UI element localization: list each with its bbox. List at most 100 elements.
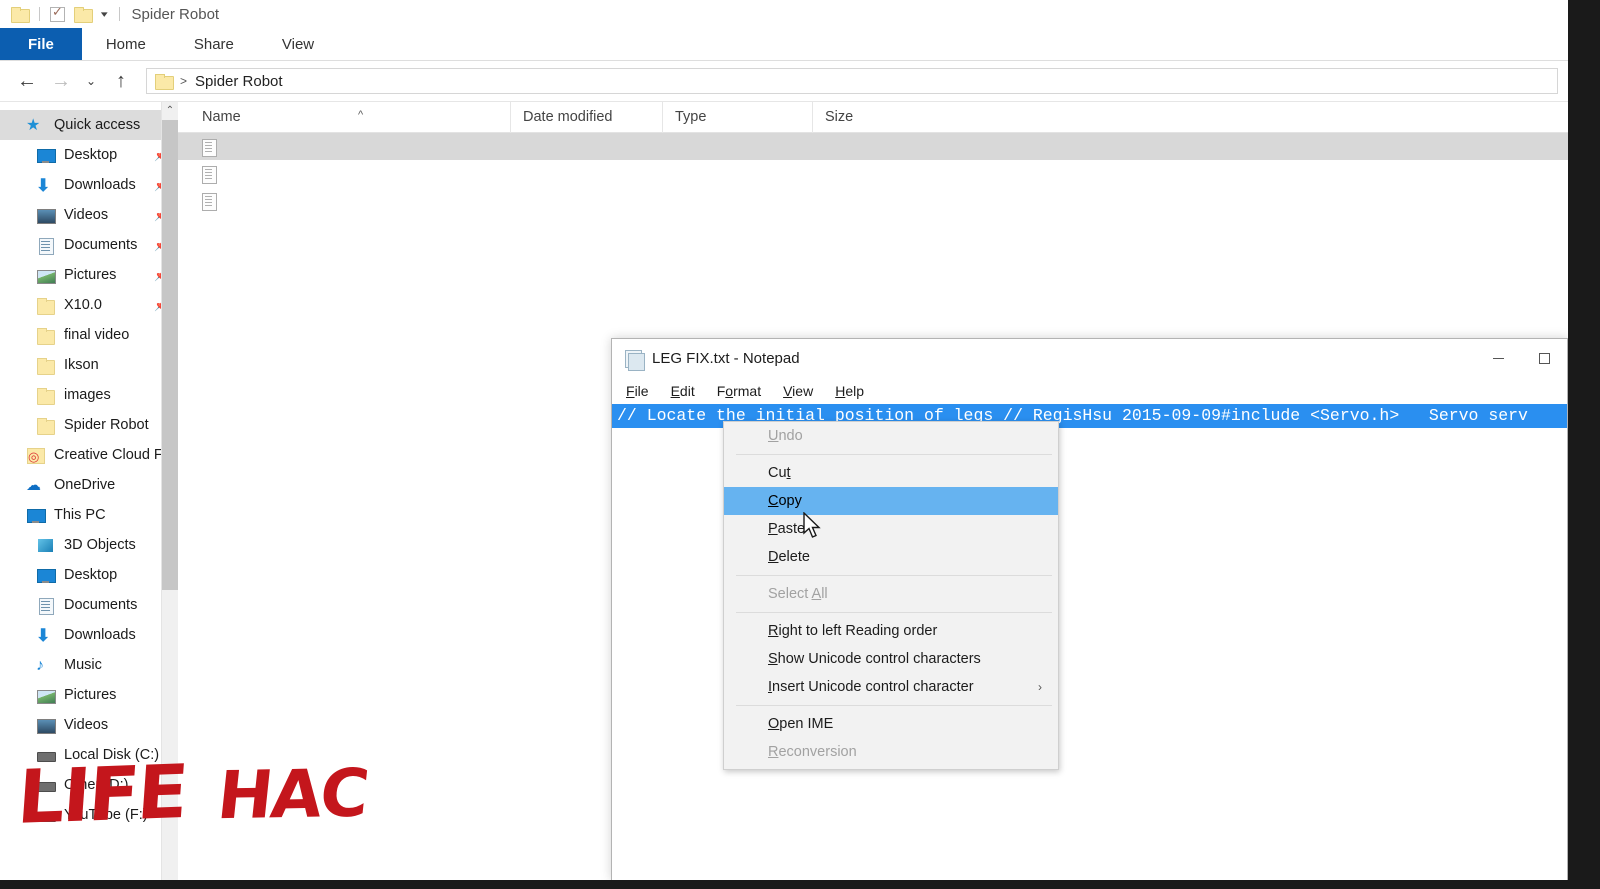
screen: ▾ Spider Robot File Home Share View ← → … bbox=[0, 0, 1600, 889]
sidebar-item-this-pc[interactable]: This PC bbox=[0, 500, 178, 530]
folder-icon bbox=[36, 387, 55, 405]
creative-cloud-icon bbox=[26, 447, 45, 465]
sidebar-item-label: Documents bbox=[64, 237, 138, 253]
text-document-icon bbox=[202, 192, 217, 211]
text-document-icon bbox=[202, 138, 217, 157]
file-name-cell[interactable] bbox=[178, 138, 510, 157]
sidebar-item-final-video[interactable]: final video bbox=[0, 320, 178, 350]
sidebar-item-label: final video bbox=[64, 327, 130, 343]
menu-file[interactable]: File bbox=[626, 383, 649, 399]
sidebar-item-spider-robot[interactable]: Spider Robot bbox=[0, 410, 178, 440]
sidebar-item-label: Ikson bbox=[64, 357, 99, 373]
sidebar-item-label: Documents bbox=[64, 597, 138, 613]
notepad-menubar: File Edit Format View Help bbox=[612, 378, 1567, 404]
menu-separator bbox=[736, 454, 1052, 455]
sidebar-item-label: X10.0 bbox=[64, 297, 102, 313]
nav-list: ★Quick accessDesktop📌⬇Downloads📌Videos📌D… bbox=[0, 110, 178, 830]
menu-item-label: Delete bbox=[768, 549, 810, 565]
sidebar-item-label: Music bbox=[64, 657, 102, 673]
scroll-up-icon[interactable]: ⌃ bbox=[162, 102, 178, 120]
column-header-name[interactable]: Name ^ bbox=[178, 102, 510, 133]
menu-item-label: Copy bbox=[768, 493, 802, 509]
menu-item-label: Right to left Reading order bbox=[768, 623, 938, 639]
menu-help[interactable]: Help bbox=[835, 383, 864, 399]
cube-icon bbox=[36, 537, 55, 554]
sidebar-item-videos[interactable]: Videos bbox=[0, 710, 178, 740]
sidebar-item-downloads[interactable]: ⬇ Downloads bbox=[0, 620, 178, 650]
minimize-icon[interactable] bbox=[1475, 339, 1521, 378]
menu-item-delete[interactable]: Delete bbox=[724, 543, 1058, 571]
sidebar-item-x10-0[interactable]: X10.0📌 bbox=[0, 290, 178, 320]
notepad-titlebar: LEG FIX.txt - Notepad bbox=[612, 339, 1567, 378]
menu-item-undo: Undo bbox=[724, 422, 1058, 450]
sidebar-item-downloads[interactable]: ⬇Downloads📌 bbox=[0, 170, 178, 200]
sidebar-item-3d-objects[interactable]: 3D Objects bbox=[0, 530, 178, 560]
address-input[interactable]: > Spider Robot bbox=[146, 68, 1558, 94]
menu-item-open-ime[interactable]: Open IME bbox=[724, 710, 1058, 738]
up-arrow-icon[interactable]: ↑ bbox=[104, 70, 138, 93]
menu-item-right-to-left-reading-order[interactable]: Right to left Reading order bbox=[724, 617, 1058, 645]
explorer-titlebar: ▾ Spider Robot bbox=[0, 0, 1568, 28]
tab-view[interactable]: View bbox=[258, 28, 338, 60]
menu-format[interactable]: Format bbox=[717, 383, 761, 399]
column-headers: Name ^ Date modified Type Size bbox=[178, 101, 1568, 133]
folder-icon bbox=[36, 357, 55, 375]
menu-item-insert-unicode-control-character[interactable]: Insert Unicode control character › bbox=[724, 673, 1058, 701]
table-row[interactable] bbox=[178, 187, 1568, 214]
sidebar-item-creative-cloud-fil[interactable]: Creative Cloud Fil bbox=[0, 440, 178, 470]
scrollbar-thumb[interactable] bbox=[162, 120, 178, 590]
sidebar-item-documents[interactable]: Documents bbox=[0, 590, 178, 620]
menu-item-copy[interactable]: Copy bbox=[724, 487, 1058, 515]
menu-item-paste[interactable]: Paste bbox=[724, 515, 1058, 543]
sidebar-item-pictures[interactable]: Pictures bbox=[0, 680, 178, 710]
properties-checkbox-icon[interactable] bbox=[50, 4, 65, 22]
tab-share[interactable]: Share bbox=[170, 28, 258, 60]
forward-arrow-icon[interactable]: → bbox=[44, 70, 78, 93]
window-controls bbox=[1475, 339, 1567, 378]
menu-item-label: Reconversion bbox=[768, 744, 857, 760]
monitor-icon bbox=[36, 567, 56, 584]
sidebar-item-label: 3D Objects bbox=[64, 537, 136, 553]
sidebar-item-images[interactable]: images bbox=[0, 380, 178, 410]
divider bbox=[118, 7, 120, 21]
sidebar-item-ikson[interactable]: Ikson bbox=[0, 350, 178, 380]
menu-item-show-unicode-control-characters[interactable]: Show Unicode control characters bbox=[724, 645, 1058, 673]
text-document-icon bbox=[202, 165, 217, 184]
chevron-down-icon[interactable]: ▾ bbox=[101, 9, 108, 20]
folder-icon bbox=[36, 417, 55, 435]
tab-home[interactable]: Home bbox=[82, 28, 170, 60]
screen-letterbox-right bbox=[1568, 0, 1600, 889]
file-name-cell[interactable] bbox=[178, 165, 510, 184]
table-row[interactable] bbox=[178, 160, 1568, 187]
breadcrumb[interactable]: Spider Robot bbox=[195, 73, 283, 90]
picture-icon bbox=[36, 687, 56, 704]
sidebar-item-desktop[interactable]: Desktop bbox=[0, 560, 178, 590]
sidebar-item-label: Videos bbox=[64, 717, 109, 733]
menu-edit[interactable]: Edit bbox=[671, 383, 695, 399]
back-arrow-icon[interactable]: ← bbox=[10, 70, 44, 93]
menu-item-label: Open IME bbox=[768, 716, 834, 732]
sidebar-item-music[interactable]: ♪ Music bbox=[0, 650, 178, 680]
menu-item-cut[interactable]: Cut bbox=[724, 459, 1058, 487]
sidebar-item-onedrive[interactable]: ☁ OneDrive bbox=[0, 470, 178, 500]
sidebar-item-quick-access[interactable]: ★ Quick access bbox=[0, 110, 178, 140]
sidebar-item-label: Pictures bbox=[64, 687, 117, 703]
menu-view[interactable]: View bbox=[783, 383, 813, 399]
tab-file[interactable]: File bbox=[0, 28, 82, 60]
column-header-type[interactable]: Type bbox=[662, 101, 812, 133]
column-header-date[interactable]: Date modified bbox=[510, 101, 662, 133]
sort-ascending-icon: ^ bbox=[358, 108, 364, 121]
sidebar-item-pictures[interactable]: Pictures📌 bbox=[0, 260, 178, 290]
file-name-cell[interactable] bbox=[178, 192, 510, 211]
folder-icon bbox=[36, 297, 55, 315]
sidebar-item-desktop[interactable]: Desktop📌 bbox=[0, 140, 178, 170]
maximize-icon[interactable] bbox=[1521, 339, 1567, 378]
folder-icon[interactable] bbox=[11, 7, 30, 23]
chevron-down-icon[interactable]: ⌄ bbox=[78, 74, 104, 88]
sidebar-item-videos[interactable]: Videos📌 bbox=[0, 200, 178, 230]
new-folder-icon[interactable] bbox=[74, 7, 93, 23]
table-row[interactable] bbox=[178, 133, 1568, 160]
column-header-size[interactable]: Size bbox=[812, 101, 912, 133]
menu-item-label: Show Unicode control characters bbox=[768, 651, 981, 667]
sidebar-item-documents[interactable]: Documents📌 bbox=[0, 230, 178, 260]
